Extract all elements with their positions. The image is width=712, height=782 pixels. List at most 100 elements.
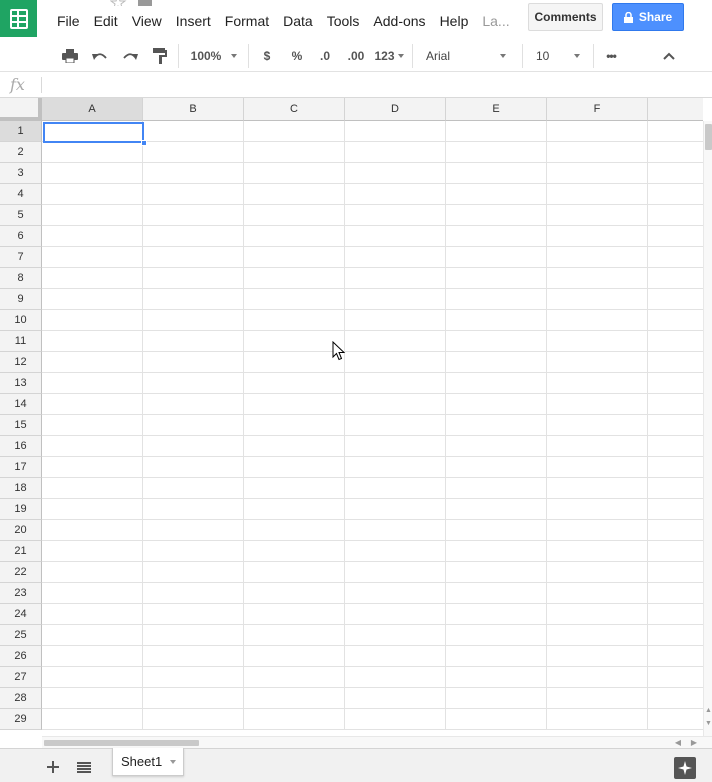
cell-b24[interactable] xyxy=(143,604,244,625)
cell-e3[interactable] xyxy=(446,163,547,184)
cell-g29[interactable] xyxy=(648,709,703,730)
cell-f12[interactable] xyxy=(547,352,648,373)
cell-b17[interactable] xyxy=(143,457,244,478)
paint-format-icon[interactable] xyxy=(148,40,172,71)
cell-a18[interactable] xyxy=(42,478,143,499)
cell-d8[interactable] xyxy=(345,268,446,289)
row-header-11[interactable]: 11 xyxy=(0,331,42,352)
cell-d5[interactable] xyxy=(345,205,446,226)
cell-c7[interactable] xyxy=(244,247,345,268)
cell-c3[interactable] xyxy=(244,163,345,184)
cell-d26[interactable] xyxy=(345,646,446,667)
cell-a9[interactable] xyxy=(42,289,143,310)
row-header-24[interactable]: 24 xyxy=(0,604,42,625)
row-header-7[interactable]: 7 xyxy=(0,247,42,268)
cell-g28[interactable] xyxy=(648,688,703,709)
sheets-logo-icon[interactable] xyxy=(0,0,37,37)
cell-g12[interactable] xyxy=(648,352,703,373)
cell-f11[interactable] xyxy=(547,331,648,352)
cell-g17[interactable] xyxy=(648,457,703,478)
cell-d4[interactable] xyxy=(345,184,446,205)
row-header-16[interactable]: 16 xyxy=(0,436,42,457)
cell-d14[interactable] xyxy=(345,394,446,415)
cell-c17[interactable] xyxy=(244,457,345,478)
cell-e9[interactable] xyxy=(446,289,547,310)
cell-d28[interactable] xyxy=(345,688,446,709)
cell-d9[interactable] xyxy=(345,289,446,310)
cell-e4[interactable] xyxy=(446,184,547,205)
menu-data[interactable]: Data xyxy=(276,12,320,30)
cell-g26[interactable] xyxy=(648,646,703,667)
cell-d25[interactable] xyxy=(345,625,446,646)
more-options-button[interactable]: ••• xyxy=(600,40,622,71)
cell-g2[interactable] xyxy=(648,142,703,163)
cell-b6[interactable] xyxy=(143,226,244,247)
cell-d15[interactable] xyxy=(345,415,446,436)
cell-e28[interactable] xyxy=(446,688,547,709)
column-header-f[interactable]: F xyxy=(547,98,648,121)
cell-b9[interactable] xyxy=(143,289,244,310)
cell-f14[interactable] xyxy=(547,394,648,415)
add-sheet-icon[interactable] xyxy=(42,756,64,778)
fill-handle[interactable] xyxy=(141,140,147,146)
cell-c25[interactable] xyxy=(244,625,345,646)
cell-g25[interactable] xyxy=(648,625,703,646)
horizontal-scroll-thumb[interactable] xyxy=(44,740,199,746)
explore-icon[interactable] xyxy=(674,757,696,779)
column-header-b[interactable]: B xyxy=(143,98,244,121)
cell-a17[interactable] xyxy=(42,457,143,478)
cell-c10[interactable] xyxy=(244,310,345,331)
cell-a24[interactable] xyxy=(42,604,143,625)
cell-b1[interactable] xyxy=(143,121,244,142)
cell-b4[interactable] xyxy=(143,184,244,205)
row-header-5[interactable]: 5 xyxy=(0,205,42,226)
cell-e1[interactable] xyxy=(446,121,547,142)
cell-a5[interactable] xyxy=(42,205,143,226)
cell-g15[interactable] xyxy=(648,415,703,436)
cell-d16[interactable] xyxy=(345,436,446,457)
column-header-a[interactable]: A xyxy=(42,98,143,121)
cell-d24[interactable] xyxy=(345,604,446,625)
undo-icon[interactable] xyxy=(88,40,112,71)
row-header-13[interactable]: 13 xyxy=(0,373,42,394)
comments-button[interactable]: Comments xyxy=(528,3,603,31)
cell-e16[interactable] xyxy=(446,436,547,457)
cell-a23[interactable] xyxy=(42,583,143,604)
cell-a6[interactable] xyxy=(42,226,143,247)
currency-format-button[interactable]: $ xyxy=(256,40,278,71)
cell-c11[interactable] xyxy=(244,331,345,352)
font-size-select[interactable]: 10 xyxy=(530,40,586,71)
row-header-17[interactable]: 17 xyxy=(0,457,42,478)
row-header-8[interactable]: 8 xyxy=(0,268,42,289)
cell-g9[interactable] xyxy=(648,289,703,310)
cell-a28[interactable] xyxy=(42,688,143,709)
menu-add-ons[interactable]: Add-ons xyxy=(366,12,432,30)
row-header-4[interactable]: 4 xyxy=(0,184,42,205)
cell-f15[interactable] xyxy=(547,415,648,436)
row-header-26[interactable]: 26 xyxy=(0,646,42,667)
cell-f8[interactable] xyxy=(547,268,648,289)
cell-b20[interactable] xyxy=(143,520,244,541)
cell-c2[interactable] xyxy=(244,142,345,163)
row-header-29[interactable]: 29 xyxy=(0,709,42,730)
all-sheets-list-icon[interactable] xyxy=(73,756,95,778)
cell-c6[interactable] xyxy=(244,226,345,247)
menu-edit[interactable]: Edit xyxy=(87,12,125,30)
cell-b10[interactable] xyxy=(143,310,244,331)
cell-e25[interactable] xyxy=(446,625,547,646)
cell-b14[interactable] xyxy=(143,394,244,415)
cell-b26[interactable] xyxy=(143,646,244,667)
cell-f26[interactable] xyxy=(547,646,648,667)
cell-d3[interactable] xyxy=(345,163,446,184)
cell-c27[interactable] xyxy=(244,667,345,688)
cell-b29[interactable] xyxy=(143,709,244,730)
cell-a11[interactable] xyxy=(42,331,143,352)
cell-a13[interactable] xyxy=(42,373,143,394)
cell-b8[interactable] xyxy=(143,268,244,289)
row-header-1[interactable]: 1 xyxy=(0,121,42,142)
cell-g19[interactable] xyxy=(648,499,703,520)
cell-a4[interactable] xyxy=(42,184,143,205)
cell-f18[interactable] xyxy=(547,478,648,499)
increase-decimals-button[interactable]: .00 xyxy=(343,40,369,71)
cell-a29[interactable] xyxy=(42,709,143,730)
